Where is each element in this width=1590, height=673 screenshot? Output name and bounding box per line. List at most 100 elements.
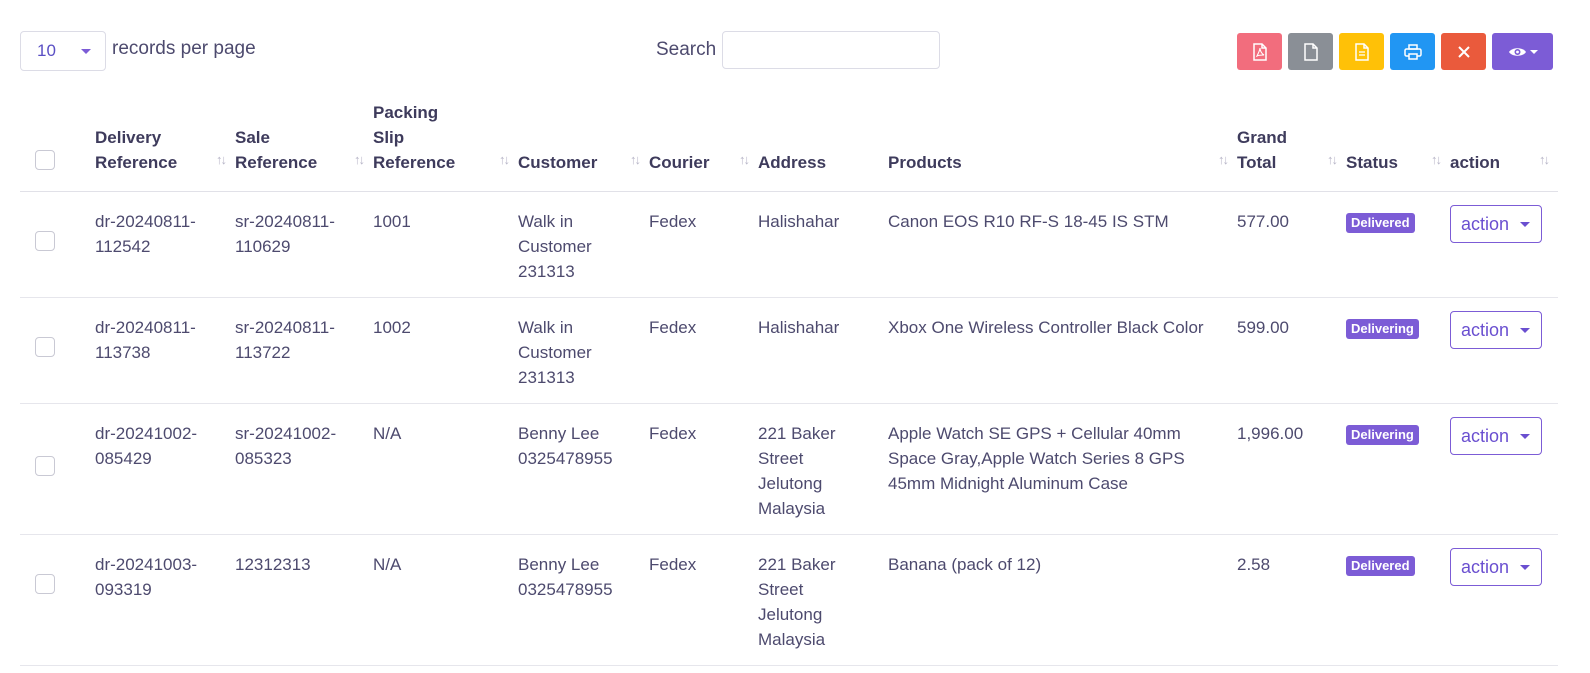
row-select-cell — [20, 534, 95, 666]
column-label: Delivery Reference — [95, 128, 178, 172]
customer-cell: Benny Lee 0325478955 — [518, 534, 649, 666]
select-all-checkbox[interactable] — [35, 150, 55, 170]
address-cell: Halishahar — [758, 297, 888, 404]
pdf-icon — [1252, 42, 1268, 61]
csv-export-button[interactable] — [1288, 33, 1333, 70]
column-visibility-button[interactable] — [1492, 33, 1553, 70]
packing-slip-cell: N/A — [373, 534, 518, 666]
sort-icon: ↑↓ — [354, 152, 365, 167]
row-checkbox[interactable] — [35, 231, 55, 251]
status-badge: Delivered — [1346, 556, 1415, 576]
file-icon — [1303, 42, 1319, 61]
excel-export-button[interactable] — [1339, 33, 1384, 70]
select-all-header — [20, 100, 95, 192]
address-cell: 221 Baker Street Jelutong Malaysia — [758, 403, 888, 535]
column-header-sale-reference[interactable]: Sale Reference ↑↓ — [235, 100, 373, 192]
sort-icon: ↑↓ — [1218, 152, 1229, 167]
customer-cell: Benny Lee 0325478955 — [518, 403, 649, 535]
table-row[interactable]: dr-20241002-085429 sr-20241002-085323 N/… — [20, 403, 1558, 535]
sale-reference-cell: sr-20241002-085323 — [235, 403, 373, 535]
sale-reference-cell: 12312313 — [235, 534, 373, 666]
grand-total-cell: 2.58 — [1237, 534, 1346, 666]
table-header-row: Delivery Reference ↑↓ Sale Reference ↑↓ Pa… — [20, 100, 1558, 192]
courier-cell: Fedex — [649, 403, 758, 535]
products-cell: Banana (pack of 12) — [888, 534, 1237, 666]
customer-cell: Walk in Customer 231313 — [518, 297, 649, 404]
page-length-value: 10 — [37, 41, 56, 60]
table-controls: 10 records per page Search — [0, 0, 1590, 100]
chevron-down-icon — [1520, 565, 1530, 570]
packing-slip-cell: 1002 — [373, 297, 518, 404]
column-label: Products — [888, 153, 962, 172]
customer-cell: Walk in Customer 231313 — [518, 191, 649, 298]
close-icon — [1457, 45, 1470, 58]
column-header-customer[interactable]: Customer ↑↓ — [518, 100, 649, 192]
column-header-address[interactable]: Address — [758, 100, 888, 192]
column-header-products[interactable]: Products ↑↓ — [888, 100, 1237, 192]
table-row[interactable]: dr-20241003-093319 12312313 N/A Benny Le… — [20, 534, 1558, 666]
column-header-delivery-reference[interactable]: Delivery Reference ↑↓ — [95, 100, 235, 192]
grand-total-cell: 599.00 — [1237, 297, 1346, 404]
action-label: action — [1461, 425, 1510, 446]
packing-slip-cell: 1001 — [373, 191, 518, 298]
action-dropdown-button[interactable]: action — [1450, 205, 1542, 243]
courier-cell: Fedex — [649, 297, 758, 404]
packing-slip-cell: N/A — [373, 403, 518, 535]
print-button[interactable] — [1390, 33, 1435, 70]
column-header-courier[interactable]: Courier ↑↓ — [649, 100, 758, 192]
row-checkbox[interactable] — [35, 337, 55, 357]
pdf-export-button[interactable] — [1237, 33, 1282, 70]
grand-total-cell: 577.00 — [1237, 191, 1346, 298]
row-select-cell — [20, 297, 95, 404]
column-header-status[interactable]: Status ↑↓ — [1346, 100, 1450, 192]
page-length-select[interactable]: 10 — [20, 31, 106, 71]
action-dropdown-button[interactable]: action — [1450, 311, 1542, 349]
action-dropdown-button[interactable]: action — [1450, 417, 1542, 455]
row-select-cell — [20, 403, 95, 535]
sort-icon: ↑↓ — [499, 152, 510, 167]
chevron-down-icon — [81, 49, 91, 54]
table-row[interactable]: dr-20240811-113738 sr-20240811-113722 10… — [20, 297, 1558, 404]
row-select-cell — [20, 191, 95, 298]
status-cell: Delivered — [1346, 534, 1450, 666]
delete-button[interactable] — [1441, 33, 1486, 70]
action-cell: action — [1450, 297, 1558, 404]
action-label: action — [1461, 213, 1510, 234]
row-checkbox[interactable] — [35, 574, 55, 594]
delivery-reference-cell: dr-20240811-113738 — [95, 297, 235, 404]
action-label: action — [1461, 319, 1510, 340]
action-dropdown-button[interactable]: action — [1450, 548, 1542, 586]
products-cell: Xbox One Wireless Controller Black Color — [888, 297, 1237, 404]
column-label: Grand Total — [1237, 128, 1288, 172]
search-label: Search — [656, 39, 717, 60]
column-label: Address — [758, 153, 827, 172]
eye-icon — [1508, 45, 1538, 59]
sale-reference-cell: sr-20240811-113722 — [235, 297, 373, 404]
sort-icon: ↑↓ — [739, 152, 750, 167]
status-cell: Delivering — [1346, 297, 1450, 404]
row-checkbox[interactable] — [35, 456, 55, 476]
sort-icon: ↑↓ — [1431, 152, 1442, 167]
column-header-action[interactable]: action ↑↓ — [1450, 100, 1558, 192]
column-header-packing-slip-reference[interactable]: Packing Slip Reference ↑↓ — [373, 100, 518, 192]
column-header-grand-total[interactable]: Grand Total ↑↓ — [1237, 100, 1346, 192]
sort-icon: ↑↓ — [1539, 152, 1550, 167]
status-cell: Delivered — [1346, 191, 1450, 298]
sale-reference-cell: sr-20240811-110629 — [235, 191, 373, 298]
page-length-label: records per page — [112, 38, 256, 59]
delivery-reference-cell: dr-20241002-085429 — [95, 403, 235, 535]
deliveries-table: Delivery Reference ↑↓ Sale Reference ↑↓ Pa… — [20, 100, 1558, 666]
delivery-reference-cell: dr-20241003-093319 — [95, 534, 235, 666]
courier-cell: Fedex — [649, 534, 758, 666]
status-badge: Delivering — [1346, 319, 1419, 339]
search-input[interactable] — [722, 31, 940, 69]
action-label: action — [1461, 556, 1510, 577]
address-cell: 221 Baker Street Jelutong Malaysia — [758, 534, 888, 666]
document-icon — [1354, 42, 1370, 61]
grand-total-cell: 1,996.00 — [1237, 403, 1346, 535]
sort-icon: ↑↓ — [630, 152, 641, 167]
printer-icon — [1403, 43, 1422, 60]
courier-cell: Fedex — [649, 191, 758, 298]
sort-icon: ↑↓ — [216, 152, 227, 167]
table-row[interactable]: dr-20240811-112542 sr-20240811-110629 10… — [20, 191, 1558, 298]
